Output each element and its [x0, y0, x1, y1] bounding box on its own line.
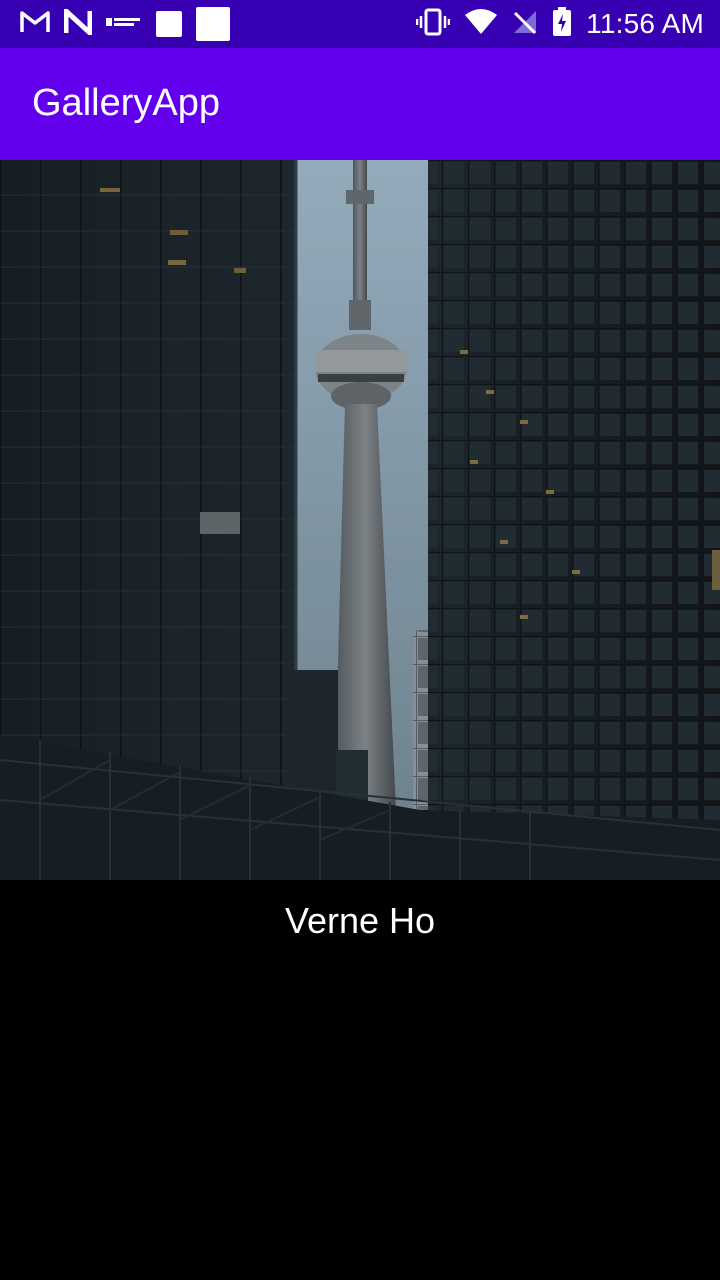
gallery-photo[interactable]	[0, 160, 720, 880]
wifi-icon	[464, 8, 498, 40]
vibrate-icon	[415, 8, 451, 41]
app-bar: GalleryApp	[0, 48, 720, 160]
battery-charging-icon	[552, 6, 572, 42]
status-right-icons: 11:56 AM	[415, 6, 704, 42]
app-title: GalleryApp	[32, 82, 220, 124]
notification-text-icon	[106, 15, 142, 34]
status-bar: 11:56 AM	[0, 0, 720, 48]
gmail-icon	[20, 10, 50, 39]
status-left-icons	[20, 4, 230, 41]
placeholder-square-icon	[156, 11, 182, 37]
placeholder-square-icon	[196, 7, 230, 41]
photo-author-name: Verne Ho	[284, 900, 436, 941]
n-logo-icon	[63, 4, 93, 40]
status-time: 11:56 AM	[586, 8, 704, 39]
no-signal-icon	[512, 9, 538, 40]
